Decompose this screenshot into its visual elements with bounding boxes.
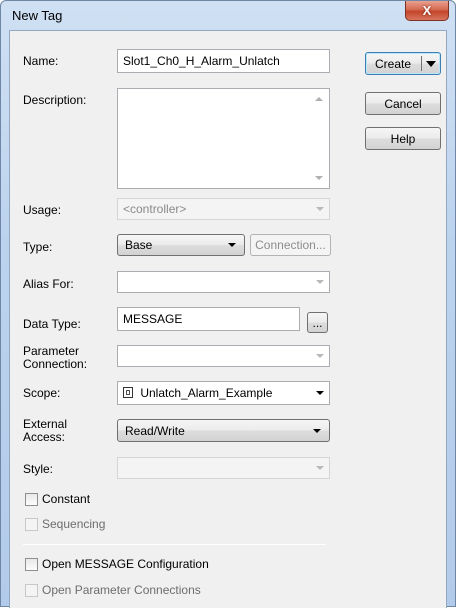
open-param-checkbox[interactable] [25,584,38,597]
style-label: Style: [23,462,54,476]
connection-button-label: Connection... [255,238,326,252]
open-config-checkbox[interactable] [25,558,38,571]
chevron-down-icon [316,354,324,358]
constant-label: Constant [42,492,91,506]
name-input[interactable]: Slot1_Ch0_H_Alarm_Unlatch [117,49,330,73]
help-button-label: Help [390,131,416,146]
external-access-label-2: Access: [23,430,66,444]
chevron-down-icon [316,207,324,211]
sequencing-checkbox[interactable] [25,518,38,531]
parameter-connection-combo[interactable] [117,345,330,367]
usage-label: Usage: [23,203,62,217]
close-icon: X [422,3,432,18]
create-button[interactable]: Create [365,52,441,75]
chevron-down-icon [426,60,436,67]
title-bar[interactable]: New Tag X [1,1,455,31]
close-button[interactable]: X [405,1,449,21]
style-combo[interactable] [117,457,330,479]
usage-combo[interactable]: <controller> [117,198,330,220]
scroll-up-icon[interactable] [315,97,323,101]
separator [23,544,326,545]
description-textarea[interactable] [117,88,330,189]
browse-data-type-button[interactable]: ... [307,312,328,333]
style-dropdown-arrow [311,458,329,478]
data-type-label: Data Type: [23,317,81,331]
external-access-select[interactable]: Read/Write [117,419,330,442]
create-button-label: Create [375,56,412,71]
scope-value: Unlatch_Alarm_Example [140,386,273,400]
param-dropdown-arrow [311,346,329,366]
chevron-down-icon [316,280,324,284]
chevron-down-icon [316,466,324,470]
sequencing-label: Sequencing [42,517,106,531]
type-value: Base [125,238,153,252]
scope-dropdown-arrow [311,382,329,404]
external-access-value: Read/Write [125,423,185,438]
external-access-dropdown-arrow [308,420,326,441]
cancel-button[interactable]: Cancel [365,92,441,115]
usage-dropdown-arrow [311,199,329,219]
description-label: Description: [23,93,87,107]
alias-for-combo[interactable] [117,271,330,293]
chevron-down-icon [313,428,321,433]
type-label: Type: [23,240,53,254]
type-select[interactable]: Base [117,234,245,256]
usage-value: <controller> [123,202,187,216]
connection-button[interactable]: Connection... [250,234,331,256]
constant-checkbox[interactable] [25,493,38,506]
parameter-connection-label-2: Connection: [23,357,88,371]
chevron-down-icon [228,243,236,247]
alias-dropdown-arrow [311,272,329,292]
dialog-body: Name: Slot1_Ch0_H_Alarm_Unlatch Descript… [9,30,447,608]
type-dropdown-arrow [223,235,241,255]
window-title: New Tag [12,8,63,23]
open-config-label: Open MESSAGE Configuration [42,557,209,571]
split-divider [421,56,422,71]
chevron-down-icon [316,391,324,395]
help-button[interactable]: Help [365,127,441,150]
data-type-value: MESSAGE [123,312,183,326]
scroll-down-icon[interactable] [315,176,323,180]
name-value: Slot1_Ch0_H_Alarm_Unlatch [123,54,280,68]
data-type-input[interactable]: MESSAGE [117,307,300,331]
scope-combo[interactable]: Unlatch_Alarm_Example [117,381,330,405]
ellipsis-icon: ... [312,315,323,330]
new-tag-dialog: New Tag X Name: Slot1_Ch0_H_Alarm_Unlatc… [0,0,456,608]
cancel-button-label: Cancel [384,96,422,111]
alias-for-label: Alias For: [23,277,74,291]
open-param-label: Open Parameter Connections [42,583,201,597]
create-dropdown-arrow[interactable] [424,53,438,74]
name-label: Name: [23,54,59,68]
program-scope-icon [123,387,133,398]
scope-label: Scope: [23,386,61,400]
